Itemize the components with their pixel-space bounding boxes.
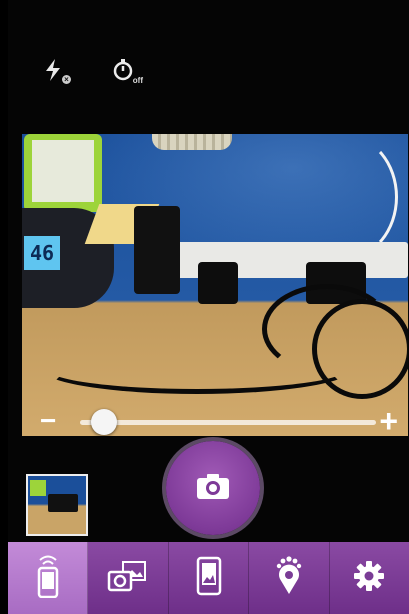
zoom-track[interactable] [80,420,376,425]
phone-image-icon [196,556,222,601]
camera-preview[interactable]: 46 [22,134,408,436]
zoom-slider[interactable]: − + [22,405,408,439]
preview-cable [312,299,408,399]
preview-cable [42,344,352,394]
camera-app: × off 46 − + [8,0,409,614]
nav-phone-image[interactable] [169,542,250,614]
flash-toggle-button[interactable]: × [36,56,72,88]
preview-coil [152,134,232,150]
nav-wireless-device[interactable] [8,542,89,614]
nav-location[interactable] [249,542,330,614]
photo-gallery-icon [107,560,149,597]
self-timer-button[interactable]: off [105,56,143,88]
preview-plug [198,262,238,304]
top-controls: × off [8,0,409,132]
zoom-in-button[interactable]: + [379,405,398,437]
preview-green-device [24,134,102,212]
self-timer-icon [111,58,135,87]
flash-off-badge: × [62,75,71,84]
camera-icon [196,472,230,505]
zoom-out-button[interactable]: − [40,407,56,435]
nav-settings[interactable] [330,542,409,614]
flash-off-icon [43,58,65,87]
zoom-knob[interactable] [90,409,117,435]
timer-off-label: off [132,76,143,85]
clock-display: 46 [24,236,60,270]
gear-icon [353,560,385,597]
wireless-device-icon [33,554,63,603]
bottom-nav [8,542,409,614]
location-pin-icon [272,555,306,601]
nav-gallery[interactable] [88,542,169,614]
preview-adapter [134,206,180,294]
last-photo-thumbnail[interactable] [26,474,88,536]
shutter-button[interactable] [166,441,260,535]
